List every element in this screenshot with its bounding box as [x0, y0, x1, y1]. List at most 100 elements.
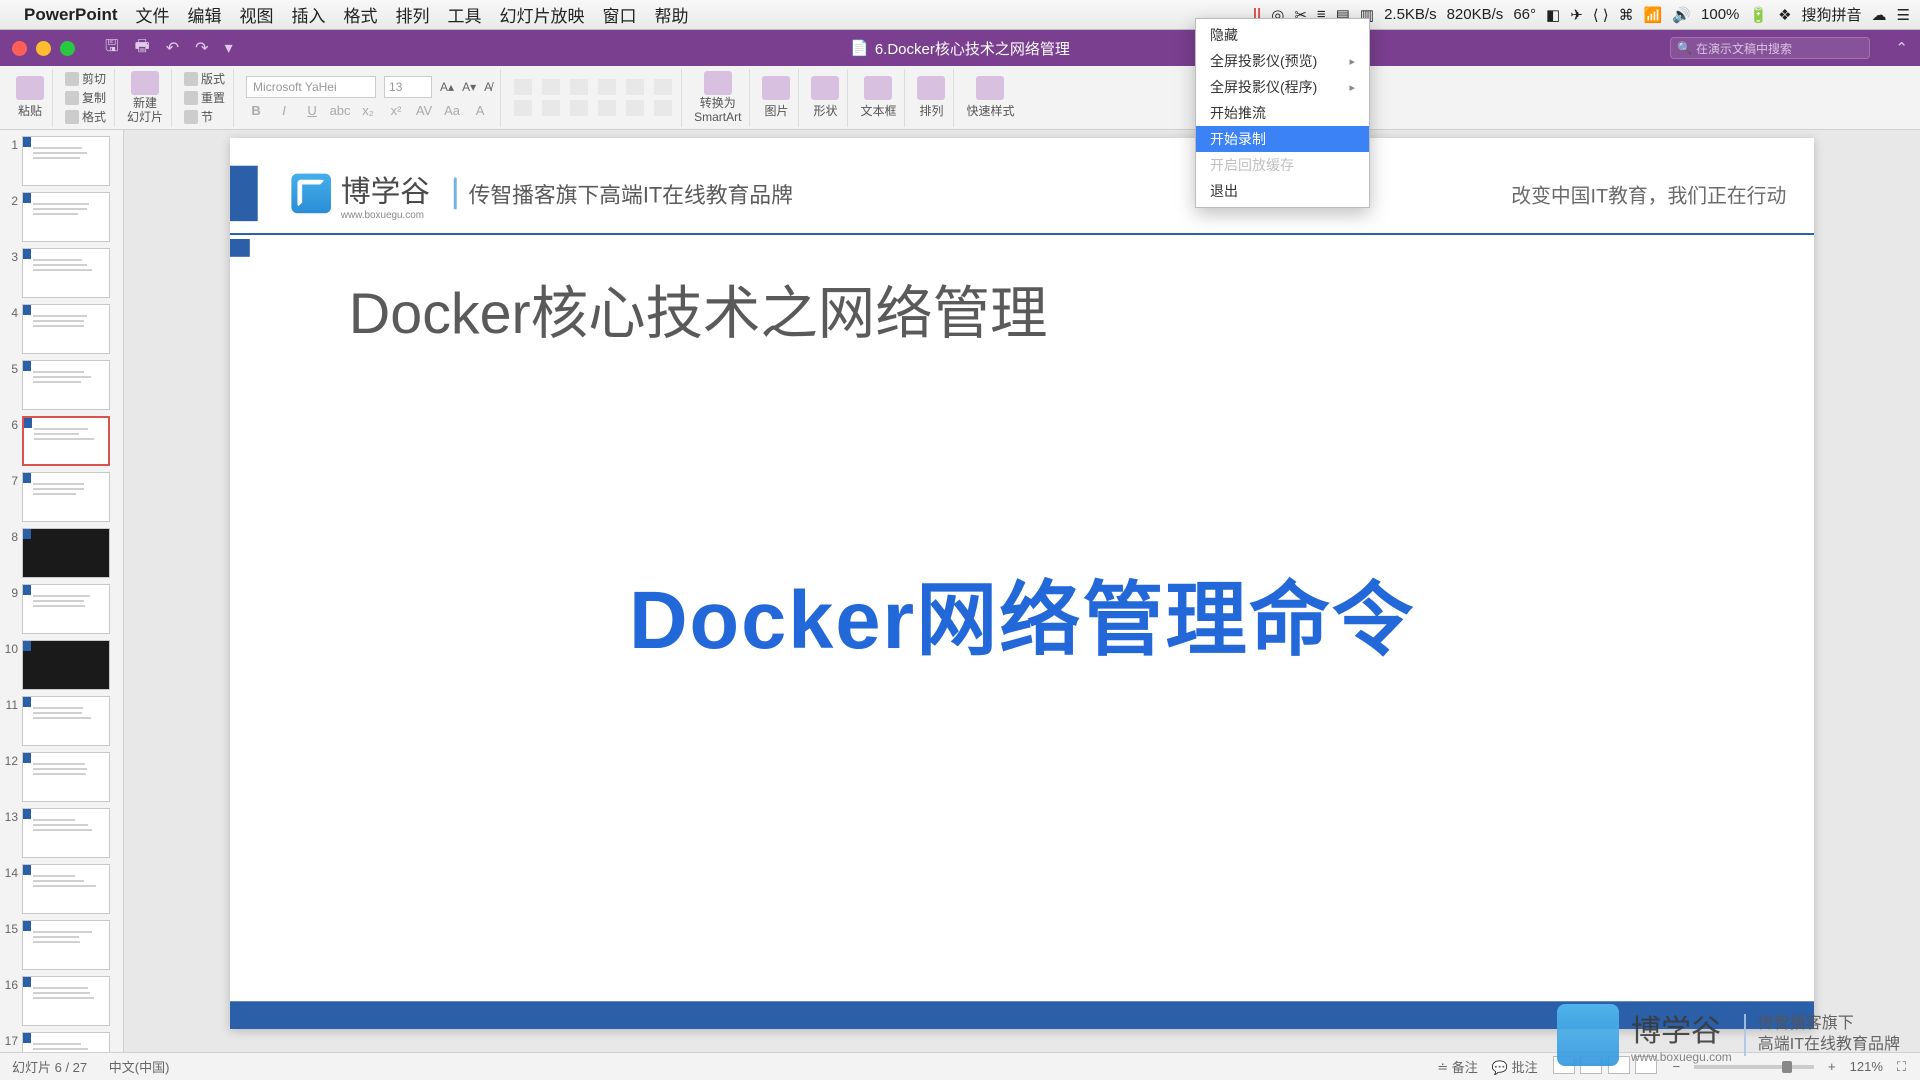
picture-button[interactable]: 图片 — [762, 76, 790, 119]
redo-icon[interactable]: ↷ — [195, 38, 208, 58]
obs-menu-hide[interactable]: 隐藏 — [1196, 22, 1369, 48]
bullets-icon[interactable] — [514, 79, 532, 95]
obs-menu-fullscreen-program[interactable]: 全屏投影仪(程序) — [1196, 74, 1369, 100]
strike-icon[interactable]: abc — [331, 101, 349, 119]
window-minimize-button[interactable] — [36, 41, 51, 56]
qat-more-icon[interactable]: ▾ — [225, 38, 233, 58]
thumbnail-slide[interactable] — [22, 864, 110, 914]
thumbnail-slide[interactable] — [22, 584, 110, 634]
tray-icon[interactable]: ⟨ ⟩ — [1593, 6, 1609, 24]
align-justify-icon[interactable] — [598, 100, 616, 116]
ribbon-collapse-icon[interactable]: ⌃ — [1895, 39, 1908, 57]
shrink-font-icon[interactable]: A▾ — [462, 80, 476, 94]
app-name[interactable]: PowerPoint — [24, 5, 118, 25]
volume-icon[interactable]: 🔊 — [1672, 6, 1691, 24]
tray-icon[interactable]: ✈ — [1570, 6, 1583, 24]
language-label[interactable]: 中文(中国) — [109, 1060, 170, 1075]
thumbnail-slide[interactable] — [22, 752, 110, 802]
font-color-icon[interactable]: A — [471, 101, 489, 119]
layout-button[interactable]: 版式 — [184, 70, 225, 87]
section-button[interactable]: 节 — [184, 108, 213, 125]
print-icon[interactable]: 🖶 — [135, 35, 150, 62]
thumbnail-slide[interactable] — [22, 248, 110, 298]
menu-view[interactable]: 视图 — [240, 2, 274, 27]
notification-icon[interactable]: ☰ — [1897, 6, 1910, 24]
obs-menu-fullscreen-preview[interactable]: 全屏投影仪(预览) — [1196, 48, 1369, 74]
save-icon[interactable]: 🖫 — [105, 35, 119, 62]
underline-icon[interactable]: U — [303, 101, 321, 119]
arrange-button[interactable]: 排列 — [917, 76, 945, 119]
menu-arrange[interactable]: 排列 — [396, 2, 430, 27]
thumbnail-slide[interactable] — [22, 528, 110, 578]
thumbnail-slide[interactable] — [22, 976, 110, 1026]
clear-format-icon[interactable]: A̸ — [484, 80, 492, 94]
menu-window[interactable]: 窗口 — [603, 2, 637, 27]
thumbnail-slide[interactable] — [22, 360, 110, 410]
menu-insert[interactable]: 插入 — [292, 2, 326, 27]
indent-dec-icon[interactable] — [570, 79, 588, 95]
obs-menu-exit[interactable]: 退出 — [1196, 178, 1369, 204]
window-close-button[interactable] — [12, 41, 27, 56]
menu-format[interactable]: 格式 — [344, 2, 378, 27]
bold-icon[interactable]: B — [247, 101, 265, 119]
tray-icon[interactable]: ❖ — [1778, 6, 1791, 24]
menu-help[interactable]: 帮助 — [655, 2, 689, 27]
font-name-combo[interactable]: Microsoft YaHei — [246, 76, 376, 98]
copy-button[interactable]: 复制 — [65, 89, 106, 106]
reset-button[interactable]: 重置 — [184, 89, 225, 106]
new-slide-button[interactable]: 新建 幻灯片 — [127, 71, 163, 123]
font-size-combo[interactable]: 13 — [384, 76, 432, 98]
thumbnail-slide[interactable] — [22, 136, 110, 186]
align-left-icon[interactable] — [514, 100, 532, 116]
obs-menu-start-record[interactable]: 开始录制 — [1196, 126, 1369, 152]
ime-label[interactable]: 搜狗拼音 — [1802, 4, 1862, 25]
thumbnail-slide[interactable] — [22, 192, 110, 242]
shapes-button[interactable]: 形状 — [811, 76, 839, 119]
thumbnail-slide[interactable] — [22, 1032, 110, 1052]
subscript-icon[interactable]: x₂ — [359, 101, 377, 119]
tray-icon[interactable]: ◧ — [1546, 6, 1560, 24]
tray-icon[interactable]: ⌘ — [1619, 6, 1634, 24]
italic-icon[interactable]: I — [275, 101, 293, 119]
menu-file[interactable]: 文件 — [136, 2, 170, 27]
cut-button[interactable]: 剪切 — [65, 70, 106, 87]
menu-tools[interactable]: 工具 — [448, 2, 482, 27]
textdir-icon[interactable] — [654, 79, 672, 95]
grow-font-icon[interactable]: A▴ — [440, 80, 454, 94]
menu-slideshow[interactable]: 幻灯片放映 — [500, 2, 585, 27]
superscript-icon[interactable]: x² — [387, 101, 405, 119]
indent-inc-icon[interactable] — [598, 79, 616, 95]
slide-canvas[interactable]: 博学谷 www.boxuegu.com 传智播客旗下高端IT在线教育品牌 改变中… — [230, 138, 1814, 1029]
linespacing-icon[interactable] — [626, 79, 644, 95]
align-vert-icon[interactable] — [654, 100, 672, 116]
align-right-icon[interactable] — [570, 100, 588, 116]
search-box[interactable]: 🔍 在演示文稿中搜索 — [1670, 37, 1870, 59]
highlight-icon[interactable]: Aa — [443, 101, 461, 119]
thumbnail-slide[interactable] — [22, 304, 110, 354]
numbering-icon[interactable] — [542, 79, 560, 95]
comments-button[interactable]: 💬 批注 — [1492, 1057, 1538, 1076]
columns-icon[interactable] — [626, 100, 644, 116]
thumbnail-slide[interactable] — [22, 472, 110, 522]
thumbnail-slide[interactable] — [22, 640, 110, 690]
thumbnail-slide[interactable] — [22, 920, 110, 970]
window-maximize-button[interactable] — [60, 41, 75, 56]
menu-edit[interactable]: 编辑 — [188, 2, 222, 27]
paste-button[interactable]: 粘贴 — [16, 76, 44, 119]
textbox-button[interactable]: 文本框 — [860, 76, 896, 119]
undo-icon[interactable]: ↶ — [166, 38, 179, 58]
align-center-icon[interactable] — [542, 100, 560, 116]
thumbnail-panel[interactable]: 123456789101112131415161718 — [0, 130, 124, 1052]
obs-menu-start-stream[interactable]: 开始推流 — [1196, 100, 1369, 126]
smartart-button[interactable]: 转换为 SmartArt — [694, 71, 741, 123]
reset-icon — [184, 91, 198, 105]
notes-button[interactable]: ≐ 备注 — [1437, 1057, 1478, 1076]
char-spacing-icon[interactable]: AV — [415, 101, 433, 119]
wifi-icon[interactable]: 📶 — [1644, 6, 1663, 24]
thumbnail-slide[interactable] — [22, 416, 110, 466]
tray-icon[interactable]: ☁ — [1872, 6, 1887, 24]
format-painter-button[interactable]: 格式 — [65, 108, 106, 125]
thumbnail-slide[interactable] — [22, 808, 110, 858]
quickstyles-button[interactable]: 快速样式 — [966, 76, 1014, 119]
thumbnail-slide[interactable] — [22, 696, 110, 746]
